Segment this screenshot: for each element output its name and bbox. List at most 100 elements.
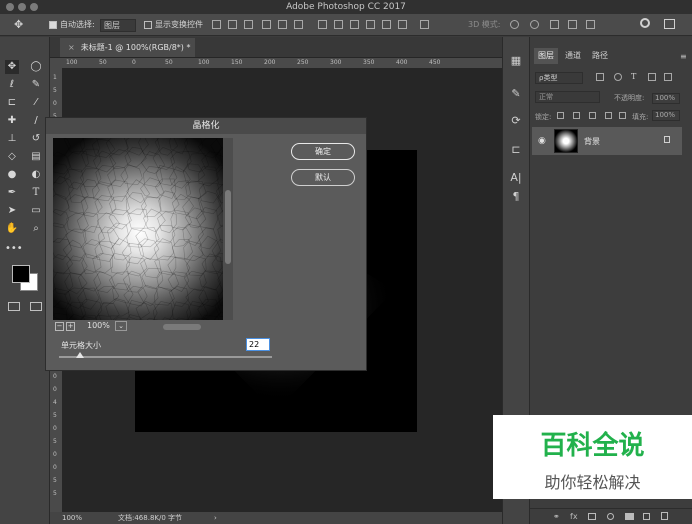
minimize-window-icon[interactable] bbox=[18, 3, 26, 11]
close-window-icon[interactable] bbox=[6, 3, 14, 11]
tab-layers[interactable]: 图层 bbox=[534, 48, 558, 64]
3d-orbit-icon[interactable] bbox=[510, 20, 519, 29]
adjustment-icon[interactable] bbox=[607, 513, 614, 520]
cell-size-slider-thumb[interactable] bbox=[76, 352, 85, 358]
fx-icon[interactable]: fx bbox=[570, 512, 578, 521]
auto-select-dropdown[interactable]: 图层 bbox=[100, 19, 136, 32]
path-select-tool-icon[interactable]: ➤ bbox=[5, 204, 19, 218]
character-panel-icon[interactable]: A| bbox=[508, 170, 524, 186]
pen-tool-icon[interactable]: ✒ bbox=[5, 186, 19, 200]
lock-image-icon[interactable] bbox=[573, 112, 580, 119]
screen-mode-icon[interactable] bbox=[30, 302, 42, 311]
cell-size-slider-track[interactable] bbox=[59, 356, 272, 358]
quick-mask-icon[interactable] bbox=[8, 302, 20, 311]
zoom-window-icon[interactable] bbox=[30, 3, 38, 11]
distribute-bottom-icon[interactable] bbox=[350, 20, 359, 29]
close-tab-icon[interactable]: × bbox=[68, 43, 75, 52]
tab-channels[interactable]: 通道 bbox=[561, 48, 585, 64]
brush-panel-icon[interactable]: ✎ bbox=[508, 86, 524, 102]
workspace-icon[interactable] bbox=[664, 19, 675, 29]
search-icon[interactable] bbox=[640, 18, 650, 28]
brush-tool-icon[interactable]: / bbox=[29, 114, 43, 128]
zoom-level[interactable]: 100% bbox=[62, 512, 82, 524]
lock-all-icon[interactable] bbox=[619, 112, 626, 119]
shape-tool-icon[interactable]: ▭ bbox=[29, 204, 43, 218]
visibility-eye-icon[interactable]: ◉ bbox=[538, 136, 546, 146]
reset-button[interactable]: 默认 bbox=[291, 169, 355, 186]
opacity-input[interactable]: 100% bbox=[652, 93, 680, 104]
status-menu-arrow-icon[interactable]: › bbox=[214, 512, 217, 524]
show-transform-checkbox[interactable] bbox=[144, 21, 152, 29]
panel-menu-icon[interactable]: ≡ bbox=[680, 52, 687, 61]
distribute-top-icon[interactable] bbox=[318, 20, 327, 29]
zoom-in-button[interactable]: + bbox=[66, 322, 75, 331]
filter-shape-icon[interactable] bbox=[648, 73, 656, 81]
align-hcenter-icon[interactable] bbox=[278, 20, 287, 29]
layer-name[interactable]: 背景 bbox=[584, 136, 600, 147]
paragraph-panel-icon[interactable]: ¶ bbox=[508, 189, 524, 205]
link-icon[interactable]: ⚭ bbox=[553, 512, 560, 521]
filter-type-icon[interactable]: T bbox=[631, 72, 636, 81]
fill-input[interactable]: 100% bbox=[652, 110, 680, 121]
move-tool-icon[interactable]: ✥ bbox=[14, 14, 23, 36]
hand-tool-icon[interactable]: ✋ bbox=[5, 222, 19, 236]
align-vcenter-icon[interactable] bbox=[228, 20, 237, 29]
align-top-icon[interactable] bbox=[212, 20, 221, 29]
filter-pixel-icon[interactable] bbox=[596, 73, 604, 81]
marquee-tool-icon[interactable]: ◯ bbox=[29, 60, 43, 74]
distribute-hcenter-icon[interactable] bbox=[382, 20, 391, 29]
align-right-icon[interactable] bbox=[294, 20, 303, 29]
healing-tool-icon[interactable]: ✚ bbox=[5, 114, 19, 128]
history-brush-tool-icon[interactable]: ↺ bbox=[29, 132, 43, 146]
quick-select-tool-icon[interactable]: ✎ bbox=[29, 78, 43, 92]
3d-scale-icon[interactable] bbox=[586, 20, 595, 29]
stamp-tool-icon[interactable]: ⊥ bbox=[5, 132, 19, 146]
trash-icon[interactable] bbox=[661, 512, 668, 520]
distribute-vcenter-icon[interactable] bbox=[334, 20, 343, 29]
ok-button[interactable]: 确定 bbox=[291, 143, 355, 160]
align-bottom-icon[interactable] bbox=[244, 20, 253, 29]
preview-vscroll[interactable] bbox=[223, 138, 233, 320]
foreground-color-swatch[interactable] bbox=[12, 265, 30, 283]
distribute-right-icon[interactable] bbox=[398, 20, 407, 29]
blur-tool-icon[interactable]: ● bbox=[5, 168, 19, 182]
lock-pixels-icon[interactable] bbox=[557, 112, 564, 119]
filter-preview[interactable] bbox=[53, 138, 233, 320]
mask-icon[interactable] bbox=[588, 513, 596, 520]
filter-smart-object-icon[interactable] bbox=[664, 73, 672, 81]
lasso-tool-icon[interactable]: ℓ bbox=[5, 78, 19, 92]
type-tool-icon[interactable]: T bbox=[29, 186, 43, 200]
eyedropper-tool-icon[interactable]: ⁄ bbox=[29, 96, 43, 110]
new-layer-icon[interactable] bbox=[643, 513, 650, 520]
crop-tool-icon[interactable]: ⊏ bbox=[5, 96, 19, 110]
distribute-left-icon[interactable] bbox=[366, 20, 375, 29]
3d-roll-icon[interactable] bbox=[530, 20, 539, 29]
zoom-tool-icon[interactable]: ⌕ bbox=[29, 222, 43, 236]
more-tools-icon[interactable]: ••• bbox=[5, 242, 23, 256]
auto-select-checkbox[interactable] bbox=[49, 21, 57, 29]
preview-hscroll-thumb[interactable] bbox=[163, 324, 201, 330]
crop-panel-icon[interactable]: ⊏ bbox=[508, 142, 524, 158]
tab-paths[interactable]: 路径 bbox=[588, 48, 612, 64]
zoom-out-button[interactable]: − bbox=[55, 322, 64, 331]
clone-panel-icon[interactable]: ⟳ bbox=[508, 113, 524, 129]
document-tab[interactable]: × 未标题-1 @ 100%(RGB/8*) * bbox=[60, 38, 195, 57]
filter-adjustment-icon[interactable] bbox=[614, 73, 622, 81]
folder-icon[interactable] bbox=[625, 513, 634, 520]
preview-vscroll-thumb[interactable] bbox=[225, 190, 231, 264]
align-left-icon[interactable] bbox=[262, 20, 271, 29]
move-tool-icon[interactable]: ✥ bbox=[5, 60, 19, 74]
3d-pan-icon[interactable] bbox=[550, 20, 559, 29]
lock-artboard-icon[interactable] bbox=[605, 112, 612, 119]
auto-align-icon[interactable] bbox=[420, 20, 429, 29]
blend-mode-dropdown[interactable]: 正常 bbox=[535, 91, 600, 103]
cell-size-input[interactable]: 22 bbox=[246, 338, 270, 351]
eraser-tool-icon[interactable]: ◇ bbox=[5, 150, 19, 164]
dodge-tool-icon[interactable]: ◐ bbox=[29, 168, 43, 182]
gradient-tool-icon[interactable]: ▤ bbox=[29, 150, 43, 164]
layer-filter-dropdown[interactable]: ρ类型 bbox=[535, 72, 583, 84]
properties-panel-icon[interactable]: ▦ bbox=[508, 53, 524, 69]
zoom-dropdown-icon[interactable]: ⌄ bbox=[115, 321, 127, 331]
layer-row[interactable]: ◉ 背景 bbox=[532, 127, 682, 155]
lock-position-icon[interactable] bbox=[589, 112, 596, 119]
